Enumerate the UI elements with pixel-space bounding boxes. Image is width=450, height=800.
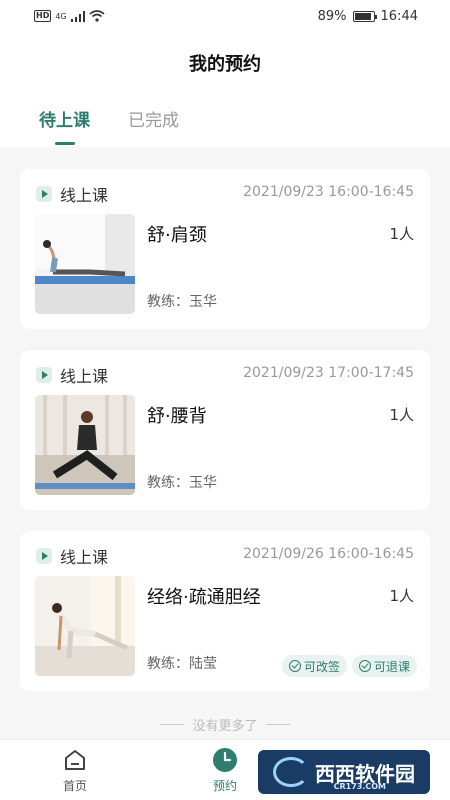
yoga-meditation-image: [35, 395, 135, 495]
booking-card[interactable]: 线上课 2021/09/26 16:00-16:45 经络·疏通胆经 1人 教练…: [20, 531, 430, 691]
card-type: 线上课: [36, 363, 108, 387]
battery-percent: 89%: [317, 8, 347, 24]
booking-card[interactable]: 线上课 2021/09/23 16:00-16:45 舒·肩颈 1人 教练：玉华: [20, 169, 430, 329]
video-icon: [36, 367, 52, 383]
card-time: 2021/09/26 16:00-16:45: [243, 546, 414, 562]
people-count: 1人: [389, 406, 414, 424]
network-type: 4G: [55, 11, 67, 21]
check-circle-icon: [289, 660, 301, 672]
watermark-logo: 西西软件园 CR173.COM: [258, 750, 430, 794]
end-of-list-note: 没有更多了: [0, 715, 450, 734]
divider: [265, 724, 290, 725]
status-bar: HD 4G 89% 16:44: [0, 0, 450, 32]
watermark-subtext: CR173.COM: [333, 782, 386, 791]
home-icon: [61, 746, 89, 774]
battery-level: [354, 12, 371, 20]
yoga-lunge-image: [35, 576, 135, 676]
wifi-icon: [89, 10, 105, 22]
course-name: 舒·腰背: [147, 406, 207, 427]
battery-icon: [352, 10, 377, 22]
people-count: 1人: [389, 225, 414, 243]
people-count: 1人: [389, 587, 414, 605]
hd-indicator: HD: [34, 10, 52, 22]
card-type-label: 线上课: [60, 186, 109, 205]
nav-home[interactable]: 首页: [45, 746, 105, 794]
tab-completed[interactable]: 已完成: [128, 106, 179, 131]
course-name: 经络·疏通胆经: [147, 587, 261, 608]
tab-upcoming[interactable]: 待上课: [39, 106, 90, 145]
course-thumbnail[interactable]: [35, 214, 135, 314]
cancel-label: 可退课: [374, 659, 411, 674]
header: 我的预约 待上课 已完成: [0, 32, 450, 147]
nav-booking-label: 预约: [212, 779, 237, 793]
reschedule-label: 可改签: [304, 659, 341, 674]
end-note-text: 没有更多了: [192, 719, 258, 734]
check-circle-icon: [359, 660, 371, 672]
status-left: HD 4G: [34, 10, 105, 22]
card-type: 线上课: [36, 544, 108, 568]
booking-card[interactable]: 线上课 2021/09/23 17:00-17:45 舒·腰背 1人 教练：玉华: [20, 350, 430, 510]
coach-name: 教练：玉华: [147, 475, 217, 491]
yoga-stretch-image: [35, 214, 135, 314]
clock-icon: [211, 746, 239, 774]
page-title: 我的预约: [189, 54, 261, 75]
coach-name: 教练：陆莹: [147, 656, 217, 672]
course-thumbnail[interactable]: [35, 395, 135, 495]
video-icon: [36, 548, 52, 564]
course-thumbnail[interactable]: [35, 576, 135, 676]
reschedule-chip[interactable]: 可改签: [282, 655, 348, 677]
course-name: 舒·肩颈: [147, 225, 207, 246]
card-type-label: 线上课: [60, 367, 109, 386]
card-type: 线上课: [36, 182, 108, 206]
nav-booking[interactable]: 预约: [195, 746, 255, 794]
card-type-label: 线上课: [60, 548, 109, 567]
video-icon: [36, 186, 52, 202]
clock: 16:44: [380, 8, 418, 24]
card-time: 2021/09/23 16:00-16:45: [243, 184, 414, 200]
tab-bar: 待上课 已完成: [39, 106, 179, 145]
signal-icon: [70, 10, 85, 22]
divider: [160, 724, 185, 725]
cancel-chip[interactable]: 可退课: [352, 655, 418, 677]
coach-name: 教练：玉华: [147, 294, 217, 310]
nav-home-label: 首页: [62, 779, 87, 793]
card-time: 2021/09/23 17:00-17:45: [243, 365, 414, 381]
status-right: 89% 16:44: [318, 9, 418, 24]
watermark-logo-icon: [273, 757, 309, 787]
